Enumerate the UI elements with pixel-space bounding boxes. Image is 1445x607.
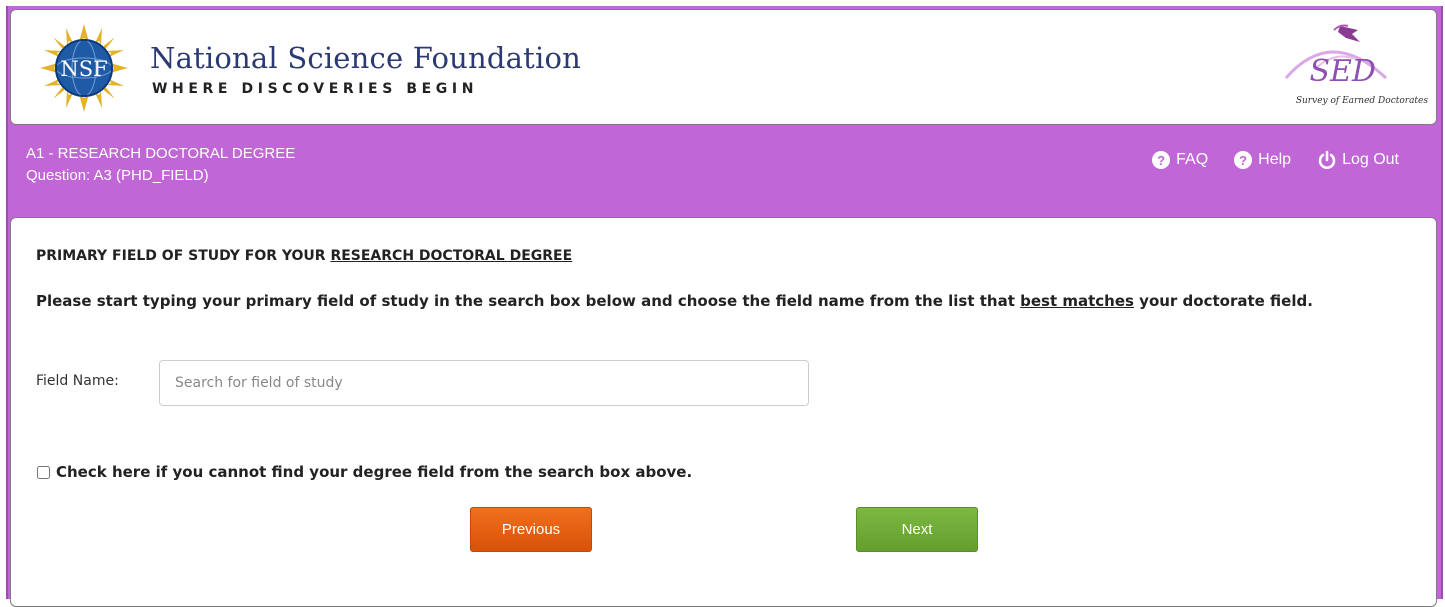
question-title: PRIMARY FIELD OF STUDY FOR YOUR RESEARCH… [36, 248, 572, 264]
question-instructions: Please start typing your primary field o… [36, 290, 1366, 312]
org-name: National Science Foundation [150, 41, 582, 75]
faq-label: FAQ [1176, 151, 1209, 168]
sed-logo-letters: SED [1309, 54, 1376, 89]
next-button[interactable]: Next [856, 507, 978, 552]
section-header: A1 - RESEARCH DOCTORAL DEGREE Question: … [26, 143, 295, 187]
cannot-find-field-checkbox[interactable] [37, 465, 50, 479]
field-search-input[interactable] [159, 360, 809, 406]
question-id: Question: A3 (PHD_FIELD) [26, 167, 209, 184]
faq-link[interactable]: ? FAQ [1152, 151, 1208, 169]
question-title-prefix: PRIMARY FIELD OF STUDY FOR YOUR [36, 248, 331, 264]
cannot-find-field-option[interactable]: Check here if you cannot find your degre… [37, 463, 692, 481]
nsf-logo: NSF [40, 24, 128, 112]
question-title-emphasis: RESEARCH DOCTORAL DEGREE [330, 248, 573, 264]
question-panel: PRIMARY FIELD OF STUDY FOR YOUR RESEARCH… [10, 217, 1437, 607]
section-name: A1 - RESEARCH DOCTORAL DEGREE [26, 145, 296, 162]
question-circle-icon: ? [1152, 151, 1171, 169]
instructions-part2: your doctorate field. [1133, 292, 1313, 310]
previous-button[interactable]: Previous [470, 507, 592, 552]
question-circle-icon: ? [1234, 151, 1253, 169]
instructions-part1: Please start typing your primary field o… [36, 292, 1021, 310]
help-label: Help [1258, 151, 1292, 168]
branding-header: NSF National Science Foundation WHERE DI… [10, 9, 1437, 125]
instructions-emphasis: best matches [1020, 292, 1134, 310]
nsf-badge-text: NSF [60, 57, 107, 81]
power-icon [1318, 150, 1336, 169]
help-link[interactable]: ? Help [1234, 151, 1291, 169]
field-name-label: Field Name: [36, 373, 119, 389]
sed-subtitle: Survey of Earned Doctorates [1295, 96, 1428, 106]
logout-link[interactable]: Log Out [1317, 150, 1399, 170]
cannot-find-field-label: Check here if you cannot find your degre… [56, 463, 693, 481]
logout-label: Log Out [1342, 151, 1399, 168]
org-tagline: WHERE DISCOVERIES BEGIN [152, 81, 479, 97]
top-nav: ? FAQ ? Help Log Out [1152, 150, 1399, 170]
